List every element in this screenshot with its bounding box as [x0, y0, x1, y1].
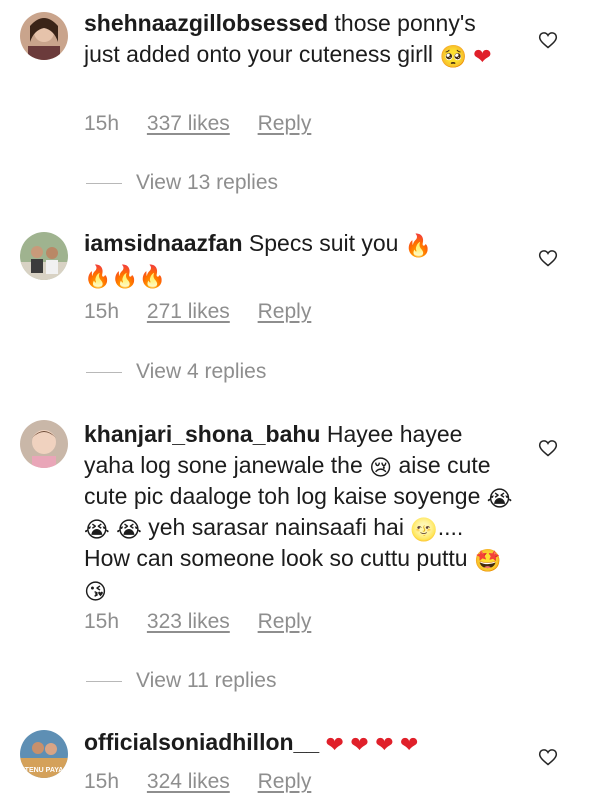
reply-button[interactable]: Reply: [258, 770, 312, 793]
comment-meta: 15h 324 likes Reply: [84, 770, 333, 794]
pleading-face-emoji: 🥺: [439, 44, 467, 69]
view-replies-label: View 11 replies: [136, 669, 277, 692]
red-heart-emoji: ❤: [400, 732, 419, 757]
comment-body: yeh sarasar nainsaafi hai: [141, 514, 411, 540]
loudly-crying-emoji: 😭: [486, 486, 513, 511]
comment-username[interactable]: officialsoniadhillon__: [84, 729, 319, 755]
red-heart-emoji: ❤: [350, 732, 369, 757]
divider-line: [86, 371, 122, 373]
comment-time: 15h: [84, 610, 120, 633]
avatar[interactable]: TENU PAYA: [20, 730, 68, 778]
fire-emoji: 🔥: [138, 264, 167, 289]
avatar[interactable]: [20, 420, 68, 468]
red-heart-emoji: ❤: [473, 44, 492, 69]
red-heart-emoji: ❤: [375, 732, 394, 757]
fire-emoji: 🔥: [404, 233, 433, 258]
avatar[interactable]: [20, 12, 68, 60]
kissing-face-emoji: 😘: [84, 579, 107, 604]
reply-button[interactable]: Reply: [258, 610, 312, 633]
reply-button[interactable]: Reply: [258, 112, 312, 135]
view-replies-button[interactable]: View 4 replies: [86, 360, 266, 384]
divider-line: [86, 182, 122, 184]
heart-outline-icon[interactable]: [538, 30, 558, 50]
avatar[interactable]: [20, 232, 68, 280]
comment-meta: 15h 337 likes Reply: [84, 112, 333, 136]
comment-username[interactable]: khanjari_shona_bahu: [84, 421, 320, 447]
red-heart-emoji: ❤: [325, 732, 344, 757]
comment-body: Specs suit you: [242, 230, 405, 256]
fire-emoji: 🔥: [111, 264, 139, 289]
comment-time: 15h: [84, 112, 120, 135]
comment-username[interactable]: iamsidnaazfan: [84, 230, 243, 256]
likes-count[interactable]: 323 likes: [147, 610, 230, 633]
comment-time: 15h: [84, 300, 120, 323]
loudly-crying-emoji: 😭: [84, 517, 110, 542]
reply-button[interactable]: Reply: [258, 300, 312, 323]
likes-count[interactable]: 337 likes: [147, 112, 230, 135]
comment-username[interactable]: shehnaazgillobsessed: [84, 10, 328, 36]
comment-text: officialsoniadhillon__ ❤ ❤ ❤ ❤: [84, 727, 514, 758]
moon-face-emoji: 🌝: [410, 517, 438, 542]
fire-emoji: 🔥: [84, 264, 112, 289]
avatar-text: TENU PAYA: [25, 767, 64, 774]
heart-outline-icon[interactable]: [538, 747, 558, 767]
view-replies-label: View 4 replies: [136, 360, 267, 383]
likes-count[interactable]: 324 likes: [147, 770, 230, 793]
comment-text: iamsidnaazfan Specs suit you 🔥 🔥🔥🔥: [84, 228, 514, 290]
comment-meta: 15h 271 likes Reply: [84, 300, 333, 324]
heart-outline-icon[interactable]: [538, 248, 558, 268]
loudly-crying-emoji: 😭: [116, 517, 142, 542]
comment-text: shehnaazgillobsessed those ponny's just …: [84, 8, 514, 70]
comment-text: khanjari_shona_bahu Hayee hayee yaha log…: [84, 419, 514, 605]
comment-time: 15h: [84, 770, 120, 793]
view-replies-label: View 13 replies: [136, 171, 279, 194]
star-struck-emoji: 🤩: [473, 548, 502, 573]
likes-count[interactable]: 271 likes: [147, 300, 230, 323]
divider-line: [86, 680, 122, 682]
view-replies-button[interactable]: View 13 replies: [86, 171, 278, 195]
crying-face-emoji: 😢: [369, 455, 393, 480]
comment-meta: 15h 323 likes Reply: [84, 610, 333, 634]
view-replies-button[interactable]: View 11 replies: [86, 669, 276, 693]
heart-outline-icon[interactable]: [538, 438, 558, 458]
